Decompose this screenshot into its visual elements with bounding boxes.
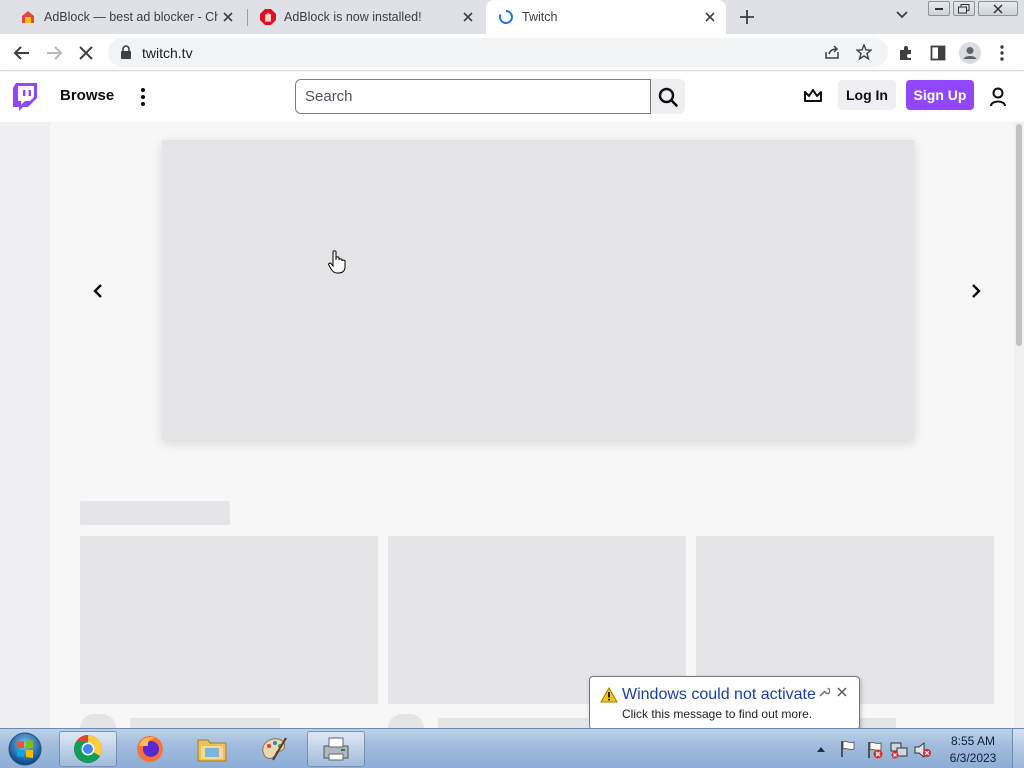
text-line-placeholder <box>130 718 280 728</box>
search-field[interactable] <box>295 79 651 114</box>
taskbar-fax-printer[interactable] <box>307 731 365 767</box>
options-wrench-icon[interactable] <box>818 686 830 698</box>
loading-spinner-icon <box>498 9 514 25</box>
browser-tab-strip: AdBlock — best ad blocker - Chr AdBlock … <box>0 0 1024 34</box>
page-scrollbar[interactable] <box>1014 122 1024 728</box>
signup-button[interactable]: Sign Up <box>906 80 974 110</box>
taskbar-file-explorer[interactable] <box>183 731 241 767</box>
taskbar-paint[interactable] <box>245 731 303 767</box>
printer-fax-icon <box>323 737 349 761</box>
url-text[interactable]: twitch.tv <box>142 45 193 61</box>
forward-arrow-icon[interactable] <box>42 41 66 65</box>
carousel-prev-icon[interactable] <box>88 281 108 301</box>
omnibox[interactable]: twitch.tv <box>108 38 888 67</box>
twitch-top-nav: Browse Log In Sign Up <box>0 72 1024 122</box>
stop-loading-icon[interactable] <box>74 41 98 65</box>
browse-link[interactable]: Browse <box>60 87 114 104</box>
adblock-chrome-store-icon <box>20 9 36 25</box>
tab-close-icon[interactable] <box>218 7 238 27</box>
taskbar-chrome[interactable] <box>59 731 117 767</box>
user-account-icon[interactable] <box>989 87 1007 107</box>
windows-taskbar: 8:55 AM 6/3/2023 <box>0 728 1024 768</box>
start-button[interactable] <box>5 730 45 768</box>
tab-close-icon[interactable] <box>700 7 720 27</box>
firefox-icon <box>137 736 163 762</box>
file-explorer-icon <box>197 739 227 762</box>
search-icon <box>658 87 678 107</box>
browser-toolbar: twitch.tv <box>0 34 1024 71</box>
adblock-hand-icon <box>260 9 276 25</box>
window-minimize-button[interactable] <box>928 1 950 16</box>
scrollbar-thumb[interactable] <box>1016 124 1022 346</box>
tab-search-chevron-icon[interactable] <box>895 10 909 20</box>
login-button[interactable]: Log In <box>838 80 896 110</box>
window-close-button[interactable] <box>978 1 1018 16</box>
hand-cursor-icon <box>328 250 346 274</box>
tab-adblock-installed[interactable]: AdBlock is now installed! <box>248 0 484 34</box>
menu-dots-icon[interactable] <box>990 41 1014 65</box>
action-center-error-icon[interactable] <box>866 741 884 759</box>
show-desktop-button[interactable] <box>1012 729 1024 768</box>
action-center-flag-icon[interactable] <box>840 740 856 758</box>
tab-twitch[interactable]: Twitch <box>486 0 726 34</box>
new-tab-plus-icon[interactable] <box>737 7 757 27</box>
taskbar-clock[interactable]: 8:55 AM 6/3/2023 <box>940 733 1006 767</box>
window-restore-button[interactable] <box>953 1 975 16</box>
tab-close-icon[interactable] <box>458 7 478 27</box>
taskbar-firefox[interactable] <box>121 731 179 767</box>
avatar-placeholder <box>80 714 116 728</box>
bookmark-star-icon[interactable] <box>856 44 872 60</box>
notification-close-icon[interactable] <box>837 687 847 697</box>
notification-title: Windows could not activate <box>622 686 816 703</box>
notification-message: Click this message to find out more. <box>622 707 813 721</box>
tab-title: AdBlock — best ad blocker - Chr <box>44 10 218 24</box>
stream-card-placeholder[interactable] <box>80 536 378 704</box>
back-arrow-icon[interactable] <box>10 41 34 65</box>
volume-muted-icon[interactable] <box>914 741 932 759</box>
tab-title: AdBlock is now installed! <box>284 10 422 24</box>
search-button[interactable] <box>651 79 685 114</box>
tab-title: Twitch <box>522 10 558 24</box>
more-options-dots-icon[interactable] <box>138 87 148 107</box>
carousel-next-icon[interactable] <box>966 281 986 301</box>
clock-date: 6/3/2023 <box>949 751 997 765</box>
warning-triangle-icon <box>600 687 618 703</box>
network-icon[interactable] <box>890 741 908 759</box>
activation-notification-balloon[interactable]: Windows could not activate Click this me… <box>589 676 860 730</box>
lock-icon[interactable] <box>120 45 132 59</box>
profile-icon[interactable] <box>958 41 982 65</box>
prime-crown-icon[interactable] <box>803 88 823 104</box>
paint-icon <box>262 737 287 761</box>
share-icon[interactable] <box>824 44 840 60</box>
featured-carousel-placeholder[interactable] <box>162 140 914 440</box>
extensions-puzzle-icon[interactable] <box>894 41 918 65</box>
twitch-logo-icon[interactable] <box>12 83 38 111</box>
clock-time: 8:55 AM <box>950 734 996 748</box>
text-line-placeholder <box>438 718 588 728</box>
search-input[interactable] <box>296 80 650 113</box>
tab-adblock-store[interactable]: AdBlock — best ad blocker - Chr <box>8 0 244 34</box>
side-nav-placeholder <box>0 122 50 728</box>
section-title-placeholder <box>80 501 230 525</box>
windows-start-orb-icon <box>8 732 42 766</box>
side-panel-icon[interactable] <box>926 41 950 65</box>
chrome-icon <box>74 735 102 763</box>
show-hidden-icons-arrow[interactable] <box>816 745 826 753</box>
avatar-placeholder <box>388 714 424 728</box>
